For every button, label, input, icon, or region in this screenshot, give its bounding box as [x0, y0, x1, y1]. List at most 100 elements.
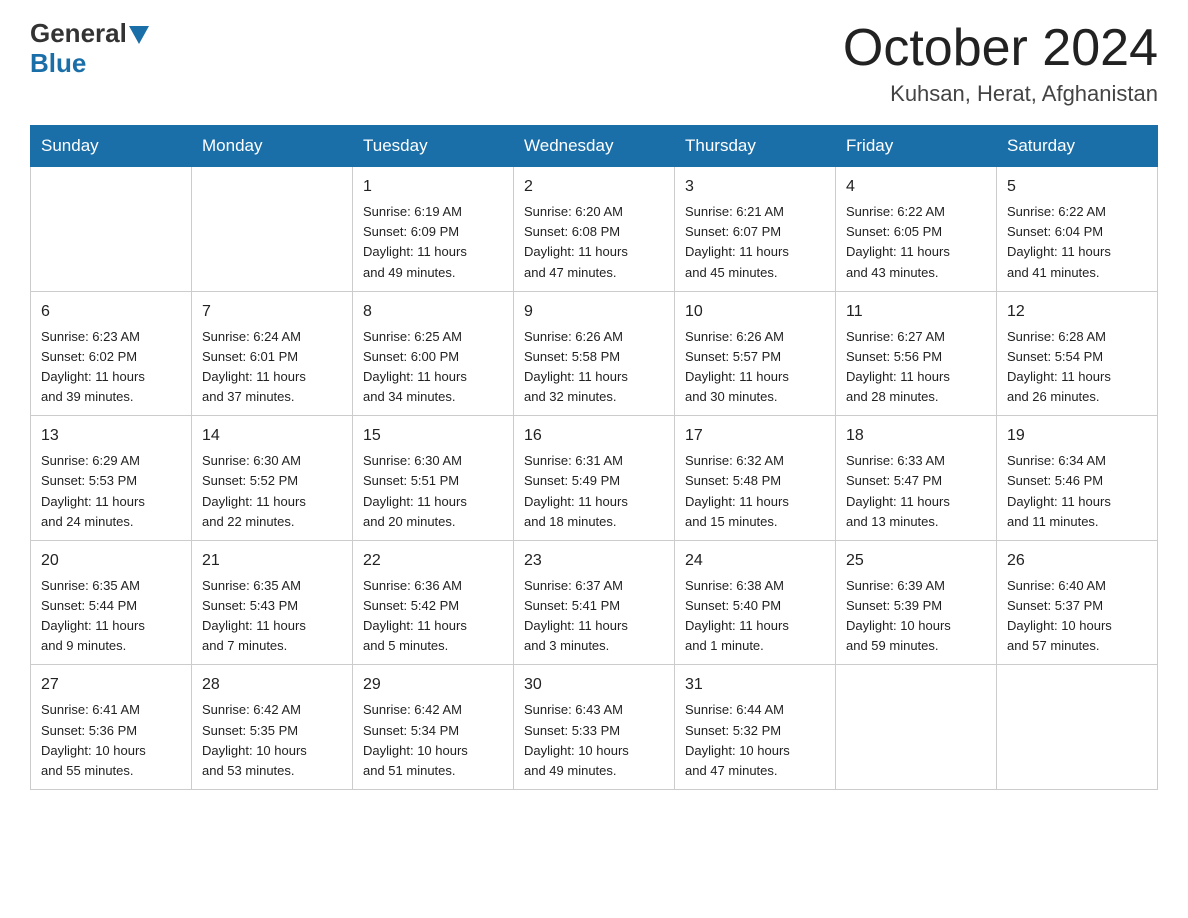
header: General Blue October 2024 Kuhsan, Herat,…: [30, 20, 1158, 107]
day-number: 20: [41, 549, 181, 573]
calendar-cell: [997, 665, 1158, 790]
calendar-cell: 13Sunrise: 6:29 AM Sunset: 5:53 PM Dayli…: [31, 416, 192, 541]
calendar-cell: 9 Sunrise: 6:26 AM Sunset: 5:58 PM Daylig…: [514, 291, 675, 416]
day-info: Sunrise: 6:38 AM Sunset: 5:40 PM Dayligh…: [685, 576, 825, 657]
day-info: Sunrise: 6:40 AM Sunset: 5:37 PM Dayligh…: [1007, 576, 1147, 657]
day-info: Sunrise: 6:32 AM Sunset: 5:48 PM Dayligh…: [685, 451, 825, 532]
day-info: Sunrise: 6:24 AM Sunset: 6:01 PM Dayligh…: [202, 327, 342, 408]
day-number: 28: [202, 673, 342, 697]
calendar-cell: [836, 665, 997, 790]
day-info: Sunrise: 6:35 AM Sunset: 5:44 PM Dayligh…: [41, 576, 181, 657]
day-number: 22: [363, 549, 503, 573]
day-info: Sunrise: 6:30 AM Sunset: 5:51 PM Dayligh…: [363, 451, 503, 532]
calendar-cell: 30 Sunrise: 6:43 AM Sunset: 5:33 PM Dayli…: [514, 665, 675, 790]
calendar-cell: 12 Sunrise: 6:28 AM Sunset: 5:54 PM Dayli…: [997, 291, 1158, 416]
day-number: 15: [363, 424, 503, 448]
day-info: Sunrise: 6:27 AM Sunset: 5:56 PM Dayligh…: [846, 327, 986, 408]
day-info: Sunrise: 6:31 AM Sunset: 5:49 PM Dayligh…: [524, 451, 664, 532]
calendar-cell: 17Sunrise: 6:32 AM Sunset: 5:48 PM Dayli…: [675, 416, 836, 541]
day-info: Sunrise: 6:25 AM Sunset: 6:00 PM Dayligh…: [363, 327, 503, 408]
day-info: Sunrise: 6:22 AM Sunset: 6:04 PM Dayligh…: [1007, 202, 1147, 283]
header-cell-wednesday: Wednesday: [514, 126, 675, 167]
calendar-cell: 31 Sunrise: 6:44 AM Sunset: 5:32 PM Dayli…: [675, 665, 836, 790]
calendar-cell: 29 Sunrise: 6:42 AM Sunset: 5:34 PM Dayli…: [353, 665, 514, 790]
header-cell-sunday: Sunday: [31, 126, 192, 167]
calendar-cell: 3 Sunrise: 6:21 AM Sunset: 6:07 PM Daylig…: [675, 167, 836, 292]
day-info: Sunrise: 6:36 AM Sunset: 5:42 PM Dayligh…: [363, 576, 503, 657]
day-number: 16: [524, 424, 664, 448]
day-number: 24: [685, 549, 825, 573]
day-number: 31: [685, 673, 825, 697]
day-number: 21: [202, 549, 342, 573]
logo-general-text: General: [30, 20, 127, 46]
calendar-cell: [192, 167, 353, 292]
calendar-cell: 26 Sunrise: 6:40 AM Sunset: 5:37 PM Dayli…: [997, 540, 1158, 665]
day-info: Sunrise: 6:20 AM Sunset: 6:08 PM Dayligh…: [524, 202, 664, 283]
calendar-cell: 8Sunrise: 6:25 AM Sunset: 6:00 PM Daylig…: [353, 291, 514, 416]
day-number: 10: [685, 300, 825, 324]
day-info: Sunrise: 6:37 AM Sunset: 5:41 PM Dayligh…: [524, 576, 664, 657]
day-number: 25: [846, 549, 986, 573]
calendar-cell: 25 Sunrise: 6:39 AM Sunset: 5:39 PM Dayli…: [836, 540, 997, 665]
logo-blue-text: Blue: [30, 48, 86, 78]
day-info: Sunrise: 6:21 AM Sunset: 6:07 PM Dayligh…: [685, 202, 825, 283]
day-number: 3: [685, 175, 825, 199]
day-number: 1: [363, 175, 503, 199]
calendar-cell: 22 Sunrise: 6:36 AM Sunset: 5:42 PM Dayli…: [353, 540, 514, 665]
day-info: Sunrise: 6:28 AM Sunset: 5:54 PM Dayligh…: [1007, 327, 1147, 408]
header-cell-saturday: Saturday: [997, 126, 1158, 167]
day-info: Sunrise: 6:34 AM Sunset: 5:46 PM Dayligh…: [1007, 451, 1147, 532]
calendar-cell: 14 Sunrise: 6:30 AM Sunset: 5:52 PM Dayli…: [192, 416, 353, 541]
logo: General: [30, 20, 151, 46]
day-number: 2: [524, 175, 664, 199]
week-row-2: 6 Sunrise: 6:23 AM Sunset: 6:02 PM Daylig…: [31, 291, 1158, 416]
day-info: Sunrise: 6:30 AM Sunset: 5:52 PM Dayligh…: [202, 451, 342, 532]
week-row-4: 20 Sunrise: 6:35 AM Sunset: 5:44 PM Dayli…: [31, 540, 1158, 665]
day-number: 12: [1007, 300, 1147, 324]
calendar-cell: 7 Sunrise: 6:24 AM Sunset: 6:01 PM Daylig…: [192, 291, 353, 416]
calendar-cell: 2 Sunrise: 6:20 AM Sunset: 6:08 PM Daylig…: [514, 167, 675, 292]
day-info: Sunrise: 6:19 AM Sunset: 6:09 PM Dayligh…: [363, 202, 503, 283]
day-number: 30: [524, 673, 664, 697]
day-number: 23: [524, 549, 664, 573]
day-number: 7: [202, 300, 342, 324]
location-title: Kuhsan, Herat, Afghanistan: [843, 81, 1158, 107]
calendar-cell: 21 Sunrise: 6:35 AM Sunset: 5:43 PM Dayli…: [192, 540, 353, 665]
day-number: 9: [524, 300, 664, 324]
calendar-cell: 20 Sunrise: 6:35 AM Sunset: 5:44 PM Dayli…: [31, 540, 192, 665]
day-number: 4: [846, 175, 986, 199]
day-info: Sunrise: 6:23 AM Sunset: 6:02 PM Dayligh…: [41, 327, 181, 408]
calendar-cell: 15 Sunrise: 6:30 AM Sunset: 5:51 PM Dayli…: [353, 416, 514, 541]
header-cell-tuesday: Tuesday: [353, 126, 514, 167]
day-info: Sunrise: 6:22 AM Sunset: 6:05 PM Dayligh…: [846, 202, 986, 283]
day-info: Sunrise: 6:39 AM Sunset: 5:39 PM Dayligh…: [846, 576, 986, 657]
day-info: Sunrise: 6:26 AM Sunset: 5:58 PM Dayligh…: [524, 327, 664, 408]
day-number: 11: [846, 300, 986, 324]
day-number: 19: [1007, 424, 1147, 448]
day-info: Sunrise: 6:43 AM Sunset: 5:33 PM Dayligh…: [524, 700, 664, 781]
calendar-cell: 11 Sunrise: 6:27 AM Sunset: 5:56 PM Dayli…: [836, 291, 997, 416]
day-number: 14: [202, 424, 342, 448]
header-cell-friday: Friday: [836, 126, 997, 167]
week-row-1: 1 Sunrise: 6:19 AM Sunset: 6:09 PM Daylig…: [31, 167, 1158, 292]
day-number: 6: [41, 300, 181, 324]
day-number: 29: [363, 673, 503, 697]
day-number: 27: [41, 673, 181, 697]
header-cell-thursday: Thursday: [675, 126, 836, 167]
calendar-cell: 19 Sunrise: 6:34 AM Sunset: 5:46 PM Dayli…: [997, 416, 1158, 541]
calendar-cell: 10Sunrise: 6:26 AM Sunset: 5:57 PM Dayli…: [675, 291, 836, 416]
logo-triangle-icon: [129, 26, 149, 44]
day-info: Sunrise: 6:44 AM Sunset: 5:32 PM Dayligh…: [685, 700, 825, 781]
calendar-cell: 1 Sunrise: 6:19 AM Sunset: 6:09 PM Daylig…: [353, 167, 514, 292]
day-number: 18: [846, 424, 986, 448]
logo-area: General Blue: [30, 20, 151, 79]
calendar-cell: 18Sunrise: 6:33 AM Sunset: 5:47 PM Dayli…: [836, 416, 997, 541]
day-number: 26: [1007, 549, 1147, 573]
day-info: Sunrise: 6:35 AM Sunset: 5:43 PM Dayligh…: [202, 576, 342, 657]
calendar-cell: 23 Sunrise: 6:37 AM Sunset: 5:41 PM Dayli…: [514, 540, 675, 665]
calendar-cell: [31, 167, 192, 292]
day-info: Sunrise: 6:42 AM Sunset: 5:34 PM Dayligh…: [363, 700, 503, 781]
calendar-cell: 27Sunrise: 6:41 AM Sunset: 5:36 PM Dayli…: [31, 665, 192, 790]
day-info: Sunrise: 6:29 AM Sunset: 5:53 PM Dayligh…: [41, 451, 181, 532]
week-row-5: 27Sunrise: 6:41 AM Sunset: 5:36 PM Dayli…: [31, 665, 1158, 790]
